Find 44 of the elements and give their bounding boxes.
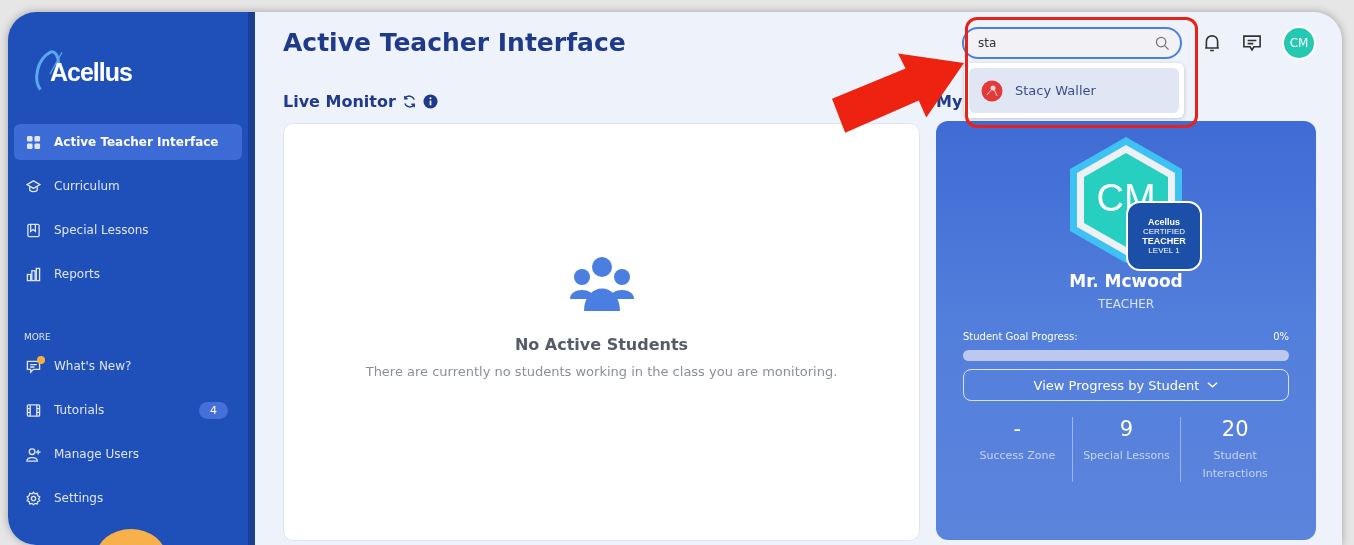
view-progress-button[interactable]: View Progress by Student <box>963 369 1289 401</box>
page-title: Active Teacher Interface <box>283 28 626 57</box>
avatar-icon <box>981 79 1003 102</box>
nav-item[interactable]: Tutorials 4 <box>14 392 242 428</box>
chat-icon[interactable] <box>1242 33 1262 53</box>
chat-icon <box>26 358 41 374</box>
stat-label: Student Interactions <box>1201 448 1269 482</box>
empty-state-text: There are currently no students working in the class you are monitoring. <box>365 364 838 379</box>
users-icon <box>569 255 634 311</box>
nav-item[interactable]: Active Teacher Interface <box>14 124 242 160</box>
stat-label: Special Lessons <box>1083 448 1170 464</box>
section-title: Live Monitor <box>283 91 396 111</box>
caret-icon <box>1207 381 1219 389</box>
section-label: MORE <box>24 332 52 342</box>
search-field[interactable]: sta <box>962 27 1182 59</box>
graduation-cap-icon <box>26 178 41 194</box>
search-result[interactable]: Stacy Waller <box>969 68 1179 113</box>
grid-icon <box>26 134 41 150</box>
nav-item[interactable]: Curriculum <box>14 168 242 204</box>
goal-reading: 0% <box>1273 331 1289 342</box>
bar-chart-icon <box>26 266 41 282</box>
nav-item[interactable]: Settings <box>14 480 242 516</box>
stat-label: Success Zone <box>979 448 1056 464</box>
nav-item[interactable]: Reports <box>14 256 242 292</box>
nav-item[interactable]: Manage Users <box>14 436 242 472</box>
teacher-name: Mr. Mcwood <box>1069 271 1183 291</box>
info-icon[interactable] <box>422 93 438 109</box>
bookmark-icon <box>26 222 41 238</box>
empty-state-title: No Active Students <box>514 335 689 354</box>
bell-icon[interactable] <box>1202 33 1222 53</box>
stat-value: 9 <box>1119 417 1134 441</box>
user-plus-icon <box>26 446 41 462</box>
stat-value: 20 <box>1221 417 1249 441</box>
nav-item[interactable]: What's New? <box>14 348 242 384</box>
logo: Acellus <box>14 26 242 112</box>
refresh-icon[interactable] <box>401 93 417 109</box>
nav-item[interactable]: Special Lessons <box>14 212 242 248</box>
search-icon <box>1155 35 1170 51</box>
settings-icon <box>26 490 41 506</box>
goal-label: Student Goal Progress: <box>963 331 1078 342</box>
count-badge: 4 <box>199 401 228 419</box>
film-icon <box>26 402 41 418</box>
teacher-role: TEACHER <box>1097 297 1155 311</box>
stat-value: - <box>1013 417 1022 441</box>
